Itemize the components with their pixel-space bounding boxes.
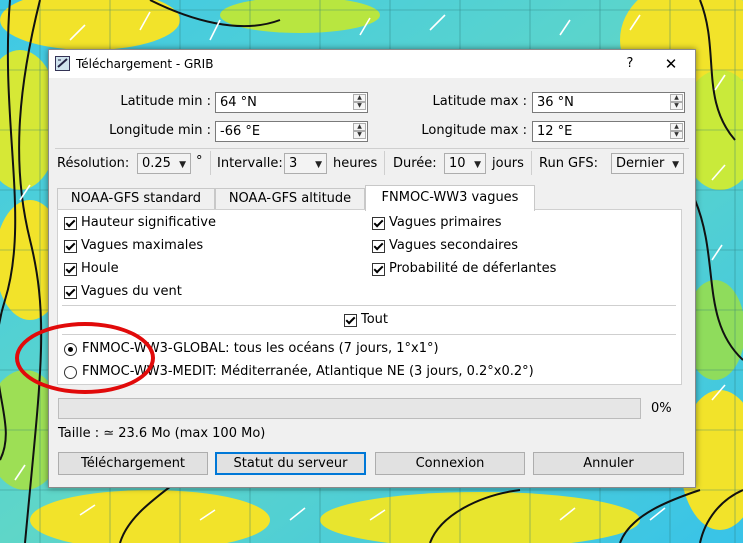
checkbox-checked-icon xyxy=(64,263,77,276)
duration-label: Durée: xyxy=(393,156,437,171)
duration-value: 10 xyxy=(449,156,466,171)
checkbox-label: Vagues du vent xyxy=(81,284,182,299)
checkbox-checked-icon xyxy=(372,217,385,230)
checkbox-checked-icon xyxy=(372,240,385,253)
lon-min-value: -66 °E xyxy=(220,124,261,139)
duration-unit: jours xyxy=(492,156,524,171)
resolution-unit: ° xyxy=(196,154,203,169)
chevron-down-icon: ▼ xyxy=(672,160,679,170)
radio-label: FNMOC-WW3-MEDIT: Méditerranée, Atlantiqu… xyxy=(82,364,534,379)
radio-selected-icon xyxy=(64,343,77,356)
download-progress-bar xyxy=(58,398,641,419)
spin-up-icon[interactable]: ▲ xyxy=(353,123,366,131)
duration-select[interactable]: 10 ▼ xyxy=(444,153,486,174)
checkbox-label: Tout xyxy=(361,312,389,327)
spin-down-icon[interactable]: ▼ xyxy=(353,102,366,110)
run-gfs-select[interactable]: Dernier ▼ xyxy=(611,153,684,174)
lon-min-label: Longitude min : xyxy=(109,123,211,138)
checkbox-checked-icon xyxy=(64,217,77,230)
checkbox-label: Vagues primaires xyxy=(389,215,502,230)
lon-min-spinbox[interactable]: -66 °E ▲ ▼ xyxy=(215,121,368,142)
connect-button[interactable]: Connexion xyxy=(375,452,525,475)
close-button[interactable]: ✕ xyxy=(659,53,683,75)
resolution-value: 0.25 xyxy=(142,156,171,171)
lat-max-spinbox[interactable]: 36 °N ▲ ▼ xyxy=(532,92,685,113)
interval-select[interactable]: 3 ▼ xyxy=(284,153,327,174)
tab-fnmoc-ww3-vagues[interactable]: FNMOC-WW3 vagues xyxy=(365,185,535,211)
spin-up-icon[interactable]: ▲ xyxy=(670,123,683,131)
checkbox-label: Hauteur significative xyxy=(81,215,216,230)
checkbox-checked-icon xyxy=(64,240,77,253)
app-icon xyxy=(55,56,70,71)
download-button[interactable]: Téléchargement xyxy=(58,452,208,475)
separator xyxy=(55,148,689,149)
title-bar[interactable]: Téléchargement - GRIB ? ✕ xyxy=(49,50,695,78)
cancel-button[interactable]: Annuler xyxy=(533,452,684,475)
separator xyxy=(210,151,211,175)
lat-min-label: Latitude min : xyxy=(120,94,211,109)
progress-percent: 0% xyxy=(651,401,672,416)
resolution-label: Résolution: xyxy=(57,156,130,171)
spin-down-icon[interactable]: ▼ xyxy=(670,131,683,139)
lat-max-label: Latitude max : xyxy=(432,94,527,109)
separator xyxy=(384,151,385,175)
checkbox-label: Probabilité de déferlantes xyxy=(389,261,557,276)
separator xyxy=(62,334,676,335)
checkbox-checked-icon xyxy=(372,263,385,276)
separator xyxy=(62,305,676,306)
size-estimate: Taille : ≃ 23.6 Mo (max 100 Mo) xyxy=(58,426,266,441)
interval-value: 3 xyxy=(289,156,298,171)
lat-min-value: 64 °N xyxy=(220,95,257,110)
resolution-select[interactable]: 0.25 ▼ xyxy=(137,153,191,174)
grib-download-dialog: Téléchargement - GRIB ? ✕ Latitude min :… xyxy=(48,49,696,488)
tab-panel-fnmoc-ww3: Hauteur significative Vagues maximales H… xyxy=(57,209,682,385)
separator xyxy=(531,151,532,175)
tab-noaa-gfs-standard[interactable]: NOAA-GFS standard xyxy=(57,188,215,210)
spin-up-icon[interactable]: ▲ xyxy=(353,94,366,102)
run-gfs-label: Run GFS: xyxy=(539,156,599,171)
spin-down-icon[interactable]: ▼ xyxy=(353,131,366,139)
checkbox-label: Houle xyxy=(81,261,119,276)
lon-max-spinbox[interactable]: 12 °E ▲ ▼ xyxy=(532,121,685,142)
lat-min-spinbox[interactable]: 64 °N ▲ ▼ xyxy=(215,92,368,113)
interval-label: Intervalle: xyxy=(217,156,283,171)
checkbox-checked-icon xyxy=(64,286,77,299)
lon-max-value: 12 °E xyxy=(537,124,573,139)
chevron-down-icon: ▼ xyxy=(315,160,322,170)
chevron-down-icon: ▼ xyxy=(474,160,481,170)
lon-max-label: Longitude max : xyxy=(421,123,527,138)
window-title: Téléchargement - GRIB xyxy=(76,57,214,71)
server-status-button[interactable]: Statut du serveur xyxy=(215,452,366,475)
interval-unit: heures xyxy=(333,156,378,171)
checkbox-label: Vagues maximales xyxy=(81,238,204,253)
checkbox-checked-icon xyxy=(344,314,357,327)
lat-max-value: 36 °N xyxy=(537,95,574,110)
spin-up-icon[interactable]: ▲ xyxy=(670,94,683,102)
spin-down-icon[interactable]: ▼ xyxy=(670,102,683,110)
checkbox-label: Vagues secondaires xyxy=(389,238,519,253)
chevron-down-icon: ▼ xyxy=(179,160,186,170)
help-button[interactable]: ? xyxy=(619,53,641,75)
radio-label: FNMOC-WW3-GLOBAL: tous les océans (7 jou… xyxy=(82,341,439,356)
tab-noaa-gfs-altitude[interactable]: NOAA-GFS altitude xyxy=(215,188,365,210)
run-gfs-value: Dernier xyxy=(616,156,665,171)
tab-bar: NOAA-GFS standard NOAA-GFS altitude FNMO… xyxy=(57,185,687,211)
radio-unselected-icon xyxy=(64,366,77,379)
